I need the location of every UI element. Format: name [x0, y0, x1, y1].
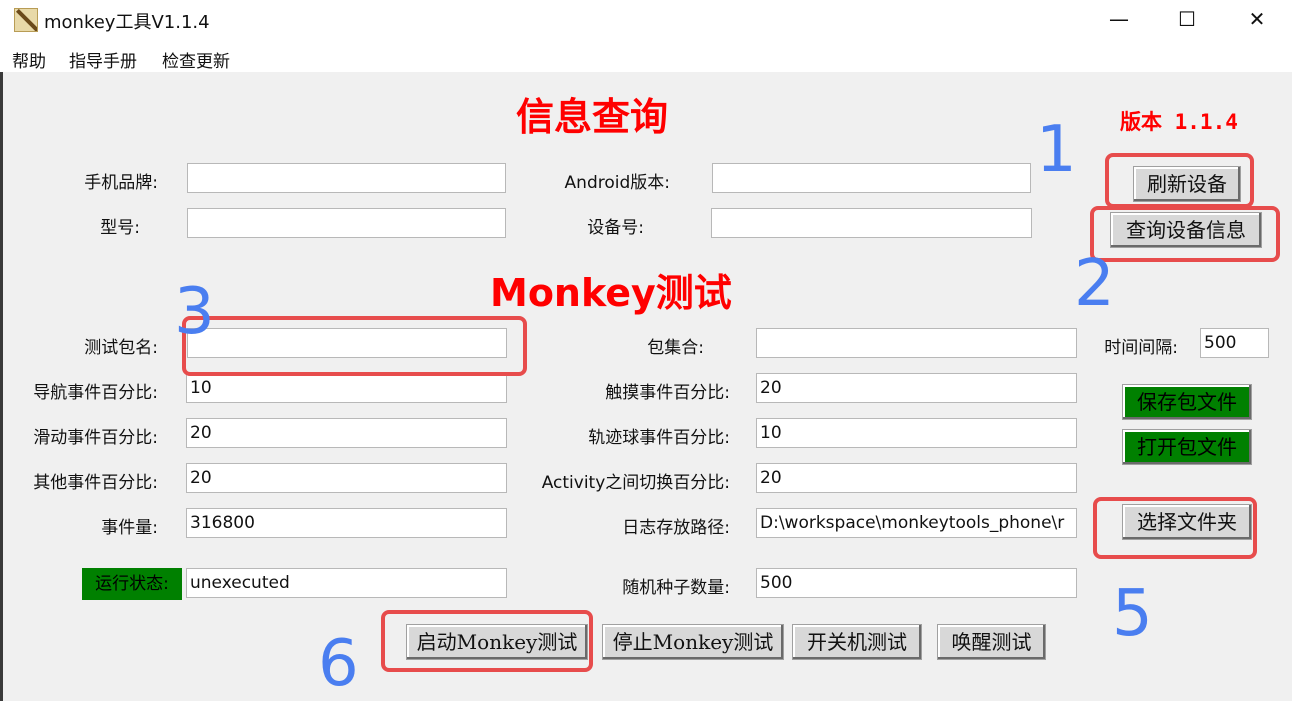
touch-percent-field[interactable]: 20 — [756, 373, 1077, 403]
annotation-number-1: 1 — [1036, 113, 1077, 187]
annotation-number-3: 3 — [174, 275, 215, 349]
package-set-field[interactable] — [756, 328, 1077, 358]
other-percent-field[interactable]: 20 — [186, 463, 507, 493]
power-test-button[interactable]: 开关机测试 — [792, 624, 922, 660]
nav-percent-label: 导航事件百分比: — [33, 383, 158, 403]
annotation-box-3 — [182, 316, 527, 376]
window-left-edge — [0, 72, 3, 701]
run-status-label: 运行状态: — [82, 568, 182, 600]
event-count-label: 事件量: — [101, 518, 158, 538]
annotation-number-5: 5 — [1112, 577, 1153, 651]
touch-percent-label: 触摸事件百分比: — [605, 383, 730, 403]
window-title: monkey工具V1.1.4 — [44, 12, 210, 33]
annotation-number-2: 2 — [1074, 247, 1115, 321]
device-id-field[interactable] — [711, 208, 1032, 238]
close-button[interactable]: ✕ — [1224, 0, 1290, 40]
event-count-field[interactable]: 316800 — [186, 508, 507, 538]
other-percent-label: 其他事件百分比: — [33, 473, 158, 493]
slide-percent-label: 滑动事件百分比: — [33, 428, 158, 448]
android-version-label: Android版本: — [564, 173, 670, 193]
model-field[interactable] — [187, 208, 506, 238]
info-heading: 信息查询 — [516, 95, 669, 139]
annotation-box-5 — [1093, 497, 1257, 559]
trackball-percent-field[interactable]: 10 — [756, 418, 1077, 448]
menu-bar: 帮助 指导手册 检查更新 — [0, 42, 1292, 72]
nav-percent-field[interactable]: 10 — [186, 373, 507, 403]
minimize-button[interactable]: — — [1086, 0, 1152, 40]
menu-help[interactable]: 帮助 — [12, 47, 46, 72]
menu-check-update[interactable]: 检查更新 — [162, 47, 230, 72]
package-set-label: 包集合: — [647, 338, 704, 358]
trackball-percent-label: 轨迹球事件百分比: — [588, 428, 730, 448]
seed-count-label: 随机种子数量: — [622, 578, 730, 598]
package-name-label: 测试包名: — [84, 338, 158, 358]
model-label: 型号: — [100, 218, 140, 238]
brand-field[interactable] — [187, 163, 506, 193]
stop-monkey-test-button[interactable]: 停止Monkey测试 — [602, 624, 784, 660]
menu-manual[interactable]: 指导手册 — [69, 47, 137, 72]
interval-label: 时间间隔: — [1104, 338, 1178, 358]
wake-test-button[interactable]: 唤醒测试 — [937, 624, 1046, 660]
title-bar: monkey工具V1.1.4 — ☐ ✕ — [0, 0, 1292, 42]
version-label: 版本 1.1.4 — [1120, 110, 1238, 134]
app-icon — [14, 8, 38, 32]
device-id-label: 设备号: — [587, 218, 644, 238]
save-package-file-button[interactable]: 保存包文件 — [1122, 384, 1252, 420]
run-status-field: unexecuted — [186, 568, 507, 598]
annotation-box-1 — [1105, 153, 1254, 208]
monkey-heading: Monkey测试 — [490, 271, 732, 315]
annotation-number-6: 6 — [318, 627, 359, 701]
log-path-field[interactable]: D:\workspace\monkeytools_phone\r — [756, 508, 1077, 538]
annotation-box-2 — [1090, 206, 1280, 262]
maximize-button[interactable]: ☐ — [1154, 0, 1220, 40]
log-path-label: 日志存放路径: — [622, 518, 730, 538]
seed-count-field[interactable]: 500 — [756, 568, 1077, 598]
open-package-file-button[interactable]: 打开包文件 — [1122, 429, 1252, 465]
brand-label: 手机品牌: — [84, 173, 158, 193]
activity-percent-field[interactable]: 20 — [756, 463, 1077, 493]
interval-field[interactable]: 500 — [1200, 328, 1269, 358]
activity-percent-label: Activity之间切换百分比: — [541, 473, 730, 493]
slide-percent-field[interactable]: 20 — [186, 418, 507, 448]
annotation-box-6 — [381, 610, 593, 672]
android-version-field[interactable] — [712, 163, 1031, 193]
